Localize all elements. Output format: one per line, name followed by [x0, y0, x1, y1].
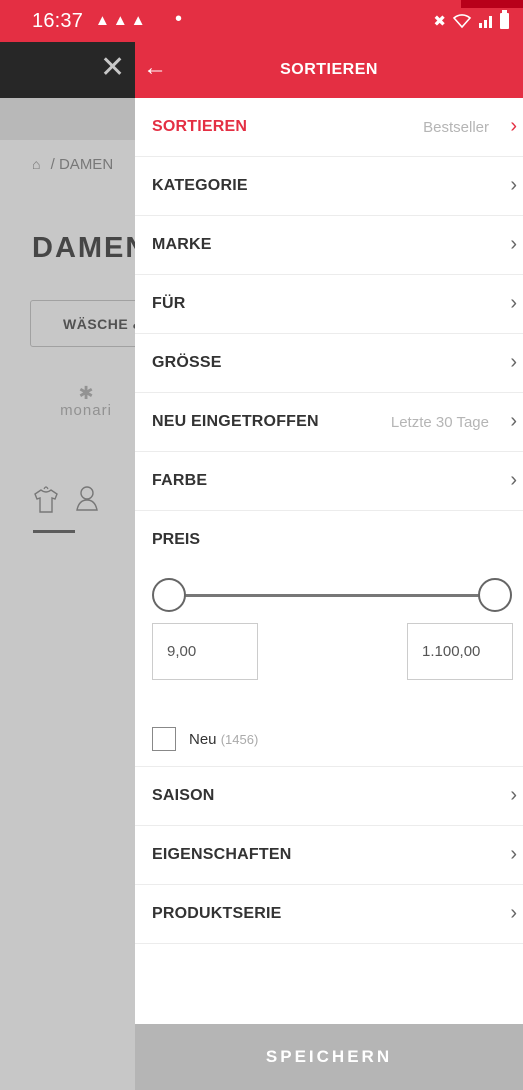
filter-row-label: KATEGORIE — [152, 177, 248, 194]
price-slider-max-handle[interactable] — [478, 578, 512, 612]
notification-icons: ▲ ▲ ▲ — [95, 12, 146, 29]
filter-row-label: SORTIEREN — [152, 118, 248, 135]
background-search-bar — [0, 98, 135, 140]
filter-row-label: NEU EINGETROFFEN — [152, 413, 319, 430]
signal-icon — [479, 16, 492, 28]
save-button[interactable]: SPEICHERN — [135, 1024, 523, 1090]
chevron-right-icon: › — [510, 115, 517, 137]
chevron-right-icon: › — [510, 292, 517, 314]
chevron-right-icon: › — [510, 351, 517, 373]
neu-label-text: Neu — [189, 731, 217, 748]
overlay-scrim[interactable] — [0, 42, 135, 1090]
brand-logo-symbol: ✱ — [78, 383, 94, 403]
filter-row-groesse[interactable]: GRÖSSE › — [135, 334, 523, 393]
category-chip-label: WÄSCHE & — [63, 316, 135, 332]
chevron-right-icon: › — [510, 410, 517, 432]
filter-row-label: MARKE — [152, 236, 212, 253]
status-time: 16:37 — [32, 10, 84, 32]
price-max-value: 1.100,00 — [422, 643, 481, 660]
status-corner — [461, 0, 523, 8]
chevron-right-icon: › — [510, 784, 517, 806]
filter-row-label: PRODUKTSERIE — [152, 905, 282, 922]
notification-dot: • — [175, 8, 183, 30]
page-title: DAMEN — [32, 232, 135, 264]
brand-logo-text: monari — [60, 402, 112, 419]
battery-icon — [500, 10, 509, 29]
neu-checkbox[interactable] — [152, 727, 176, 751]
close-icon[interactable]: ✕ — [100, 51, 125, 85]
person-icon[interactable] — [75, 484, 99, 512]
chevron-right-icon: › — [510, 174, 517, 196]
shirt-icon[interactable] — [33, 484, 59, 516]
price-slider-track[interactable] — [169, 594, 495, 597]
neu-count: (1456) — [220, 732, 259, 747]
filter-panel: ← SORTIEREN PREIS 9,00 1.100,00 Neu (145… — [135, 42, 523, 1090]
wifi-icon — [452, 14, 472, 29]
neu-checkbox-label[interactable]: Neu (1456) — [189, 731, 258, 748]
chevron-right-icon: › — [510, 843, 517, 865]
filter-row-fuer[interactable]: FÜR › — [135, 275, 523, 334]
brand-logo[interactable]: ✱ monari — [56, 384, 116, 419]
background-page: ✕ ⌂ / DAMEN DAMEN WÄSCHE & ✱ monari — [0, 42, 135, 1090]
status-bar: 16:37 ▲ ▲ ▲ • ✖ — [0, 0, 523, 42]
filter-row-value: Bestseller — [423, 119, 489, 136]
chevron-right-icon: › — [510, 233, 517, 255]
snapchat-icon: ▲ — [112, 12, 128, 29]
filter-row-value: Letzte 30 Tage — [390, 414, 489, 431]
filter-row-marke[interactable]: MARKE › — [135, 216, 523, 275]
filter-row-produktserie[interactable]: PRODUKTSERIE › — [135, 885, 523, 944]
home-icon[interactable]: ⌂ — [32, 156, 40, 172]
breadcrumb-text: / DAMEN — [50, 156, 114, 173]
filter-row-kategorie[interactable]: KATEGORIE › — [135, 157, 523, 216]
mute-icon: ✖ — [433, 13, 446, 30]
filter-row-label: SAISON — [152, 787, 215, 804]
filter-tabs — [33, 484, 99, 516]
filter-row-label: FÜR — [152, 295, 186, 312]
category-chip[interactable]: WÄSCHE & — [30, 300, 135, 347]
filter-row-neu-eingetroffen[interactable]: NEU EINGETROFFEN Letzte 30 Tage › — [135, 393, 523, 452]
price-min-value: 9,00 — [167, 643, 197, 660]
filter-row-sortieren[interactable]: SORTIEREN Bestseller › — [135, 98, 523, 157]
price-max-input[interactable]: 1.100,00 — [407, 623, 513, 680]
panel-header: ← SORTIEREN — [135, 42, 523, 98]
filter-row-label: GRÖSSE — [152, 354, 222, 371]
price-min-input[interactable]: 9,00 — [152, 623, 258, 680]
filter-row-label: EIGENSCHAFTEN — [152, 846, 292, 863]
active-tab-indicator — [33, 530, 75, 533]
status-right-icons: ✖ — [433, 10, 509, 30]
filter-row-eigenschaften[interactable]: EIGENSCHAFTEN › — [135, 826, 523, 885]
chevron-right-icon: › — [510, 902, 517, 924]
filter-row-farbe[interactable]: FARBE › — [135, 452, 523, 511]
snapchat-icon: ▲ — [130, 12, 146, 29]
breadcrumb[interactable]: ⌂ / DAMEN — [32, 156, 113, 173]
price-slider-min-handle[interactable] — [152, 578, 186, 612]
filter-row-label: FARBE — [152, 472, 208, 489]
snapchat-icon: ▲ — [95, 12, 110, 29]
filter-row-saison[interactable]: SAISON › — [135, 767, 523, 826]
price-label: PREIS — [152, 531, 201, 548]
panel-title: SORTIEREN — [280, 61, 378, 78]
chevron-right-icon: › — [510, 469, 517, 491]
